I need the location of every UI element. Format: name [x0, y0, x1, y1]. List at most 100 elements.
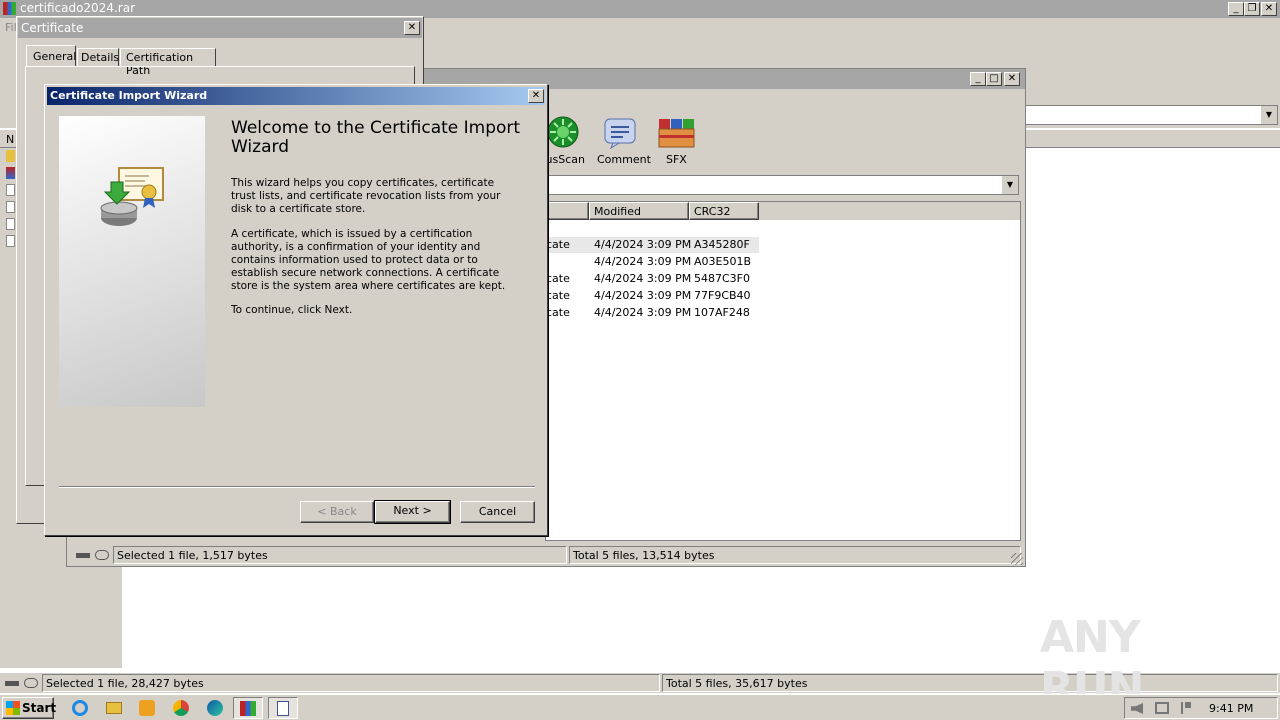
main-status-right-panel: Total 5 files, 35,617 bytes [662, 674, 1278, 692]
main-status-right: Total 5 files, 35,617 bytes [666, 677, 808, 690]
row-crc: 77F9CB40 [694, 289, 751, 302]
inner-status-left-panel: Selected 1 file, 1,517 bytes [113, 546, 567, 564]
restore-button[interactable]: ❐ [1244, 2, 1260, 16]
row-type: cate [546, 289, 570, 302]
key-icon [24, 678, 38, 688]
chevron-down-icon[interactable]: ▼ [1261, 106, 1277, 124]
document-icon [277, 701, 289, 716]
toolbar-sfx[interactable]: SFX [653, 115, 699, 171]
row-crc: 107AF248 [694, 306, 750, 319]
table-row[interactable]: cate 4/4/2024 3:09 PM 5487C3F0 [546, 271, 759, 287]
flag-icon[interactable] [1181, 702, 1191, 714]
windows-logo-icon [6, 701, 20, 715]
inner-path-combo[interactable]: ▼ [545, 175, 1019, 195]
winrar-app-icon [3, 2, 16, 15]
row-type: cate [546, 306, 570, 319]
row-modified: 4/4/2024 3:09 PM [594, 238, 692, 251]
row-crc: 5487C3F0 [694, 272, 750, 285]
row-modified: 4/4/2024 3:09 PM [594, 272, 692, 285]
inner-status-right: Total 5 files, 13,514 bytes [573, 549, 715, 562]
left-file-icon-3 [6, 184, 15, 196]
drive-icon [5, 681, 19, 686]
clock[interactable]: 9:41 PM [1209, 702, 1253, 715]
winrar-icon [240, 701, 256, 716]
tab-details-label: Details [81, 51, 120, 64]
drive-icon [76, 553, 90, 558]
tab-details[interactable]: Details [77, 48, 119, 67]
row-crc: A345280F [694, 238, 750, 251]
key-icon [95, 550, 109, 560]
row-crc: A03E501B [694, 255, 752, 268]
main-status-left: Selected 1 file, 28,427 bytes [46, 677, 204, 690]
toolbar-sfx-label: SFX [666, 153, 687, 166]
menu-file[interactable]: Fil [5, 21, 17, 34]
taskbar-winrar-button[interactable] [233, 697, 263, 719]
table-row[interactable]: 4/4/2024 3:09 PM A03E501B [546, 254, 759, 270]
table-row[interactable]: cate 4/4/2024 3:09 PM A345280F [546, 237, 759, 253]
cancel-button[interactable]: Cancel [460, 501, 535, 523]
edge-icon[interactable] [207, 700, 223, 716]
comment-icon [604, 118, 636, 149]
certificate-import-icon [100, 167, 164, 226]
certificate-title-bar: Certificate ✕ [18, 18, 422, 38]
inner-status-left: Selected 1 file, 1,517 bytes [117, 549, 268, 562]
row-modified: 4/4/2024 3:09 PM [594, 289, 692, 302]
column-modified[interactable]: Modified [589, 202, 689, 220]
row-type: cate [546, 238, 570, 251]
inner-minimize-button[interactable]: _ [970, 72, 986, 86]
minimize-button[interactable]: _ [1228, 2, 1244, 16]
main-status-left-panel: Selected 1 file, 28,427 bytes [42, 674, 660, 692]
virusscan-icon [547, 116, 579, 148]
taskbar: Start 9:41 PM [0, 694, 1280, 720]
table-row[interactable]: cate 4/4/2024 3:09 PM 77F9CB40 [546, 288, 759, 304]
volume-icon[interactable] [1131, 703, 1143, 714]
certificate-close-button[interactable]: ✕ [404, 21, 420, 35]
wizard-close-button[interactable]: ✕ [528, 89, 544, 103]
media-player-icon[interactable] [139, 700, 155, 716]
next-button-label: Next > [393, 504, 432, 517]
resize-grip-icon[interactable] [1011, 553, 1023, 565]
row-type: cate [546, 272, 570, 285]
wizard-paragraph-3: To continue, click Next. [231, 304, 353, 316]
network-icon[interactable] [1155, 702, 1169, 714]
wizard-side-banner [59, 116, 205, 407]
inner-status-bar: Selected 1 file, 1,517 bytes Total 5 fil… [69, 545, 1023, 565]
table-row[interactable]: cate 4/4/2024 3:09 PM 107AF248 [546, 305, 759, 321]
chevron-down-icon[interactable]: ▼ [1002, 176, 1018, 194]
next-button[interactable]: Next > [374, 500, 451, 524]
taskbar-certificate-button[interactable] [268, 697, 298, 719]
wizard-paragraph-2: A certificate, which is issued by a cert… [231, 228, 506, 292]
left-file-icon-1 [6, 150, 15, 162]
left-file-icon-6 [6, 235, 15, 247]
back-button-label: < Back [317, 505, 357, 518]
toolbar-comment[interactable]: Comment [593, 115, 651, 171]
main-path-combo[interactable]: ▼ [1020, 105, 1278, 125]
wizard-heading: Welcome to the Certificate Import Wizard [231, 118, 521, 157]
column-header-row: Modified CRC32 [546, 202, 1020, 220]
internet-explorer-icon[interactable] [72, 700, 88, 716]
left-file-icon-5 [6, 218, 15, 230]
inner-file-list: Modified CRC32 cate 4/4/2024 3:09 PM A34… [545, 201, 1021, 541]
start-label: Start [22, 701, 57, 715]
main-window-title: certificado2024.rar [20, 1, 135, 15]
back-button[interactable]: < Back [300, 501, 374, 523]
tab-certification-path[interactable]: Certification Path [120, 48, 216, 77]
folder-icon[interactable] [106, 702, 122, 714]
column-modified-label: Modified [594, 205, 641, 218]
close-button[interactable]: ✕ [1261, 2, 1277, 16]
chrome-icon[interactable] [173, 700, 189, 716]
row-modified: 4/4/2024 3:09 PM [594, 255, 692, 268]
certificate-title: Certificate [21, 21, 84, 35]
inner-close-button[interactable]: ✕ [1004, 72, 1020, 86]
column-crc[interactable]: CRC32 [689, 202, 759, 220]
start-button[interactable]: Start [2, 697, 57, 719]
left-file-icon-2 [6, 167, 15, 179]
column-name[interactable]: N [6, 133, 14, 146]
tab-general-label: General [33, 50, 77, 63]
tab-general[interactable]: General [26, 45, 76, 67]
anyrun-watermark: ANY RUN [1040, 612, 1240, 714]
left-file-icon-4 [6, 201, 15, 213]
import-wizard-dialog: Certificate Import Wizard ✕ Welcome to t… [44, 84, 548, 536]
column-type[interactable] [546, 202, 589, 220]
inner-maximize-button[interactable]: □ [986, 72, 1002, 86]
